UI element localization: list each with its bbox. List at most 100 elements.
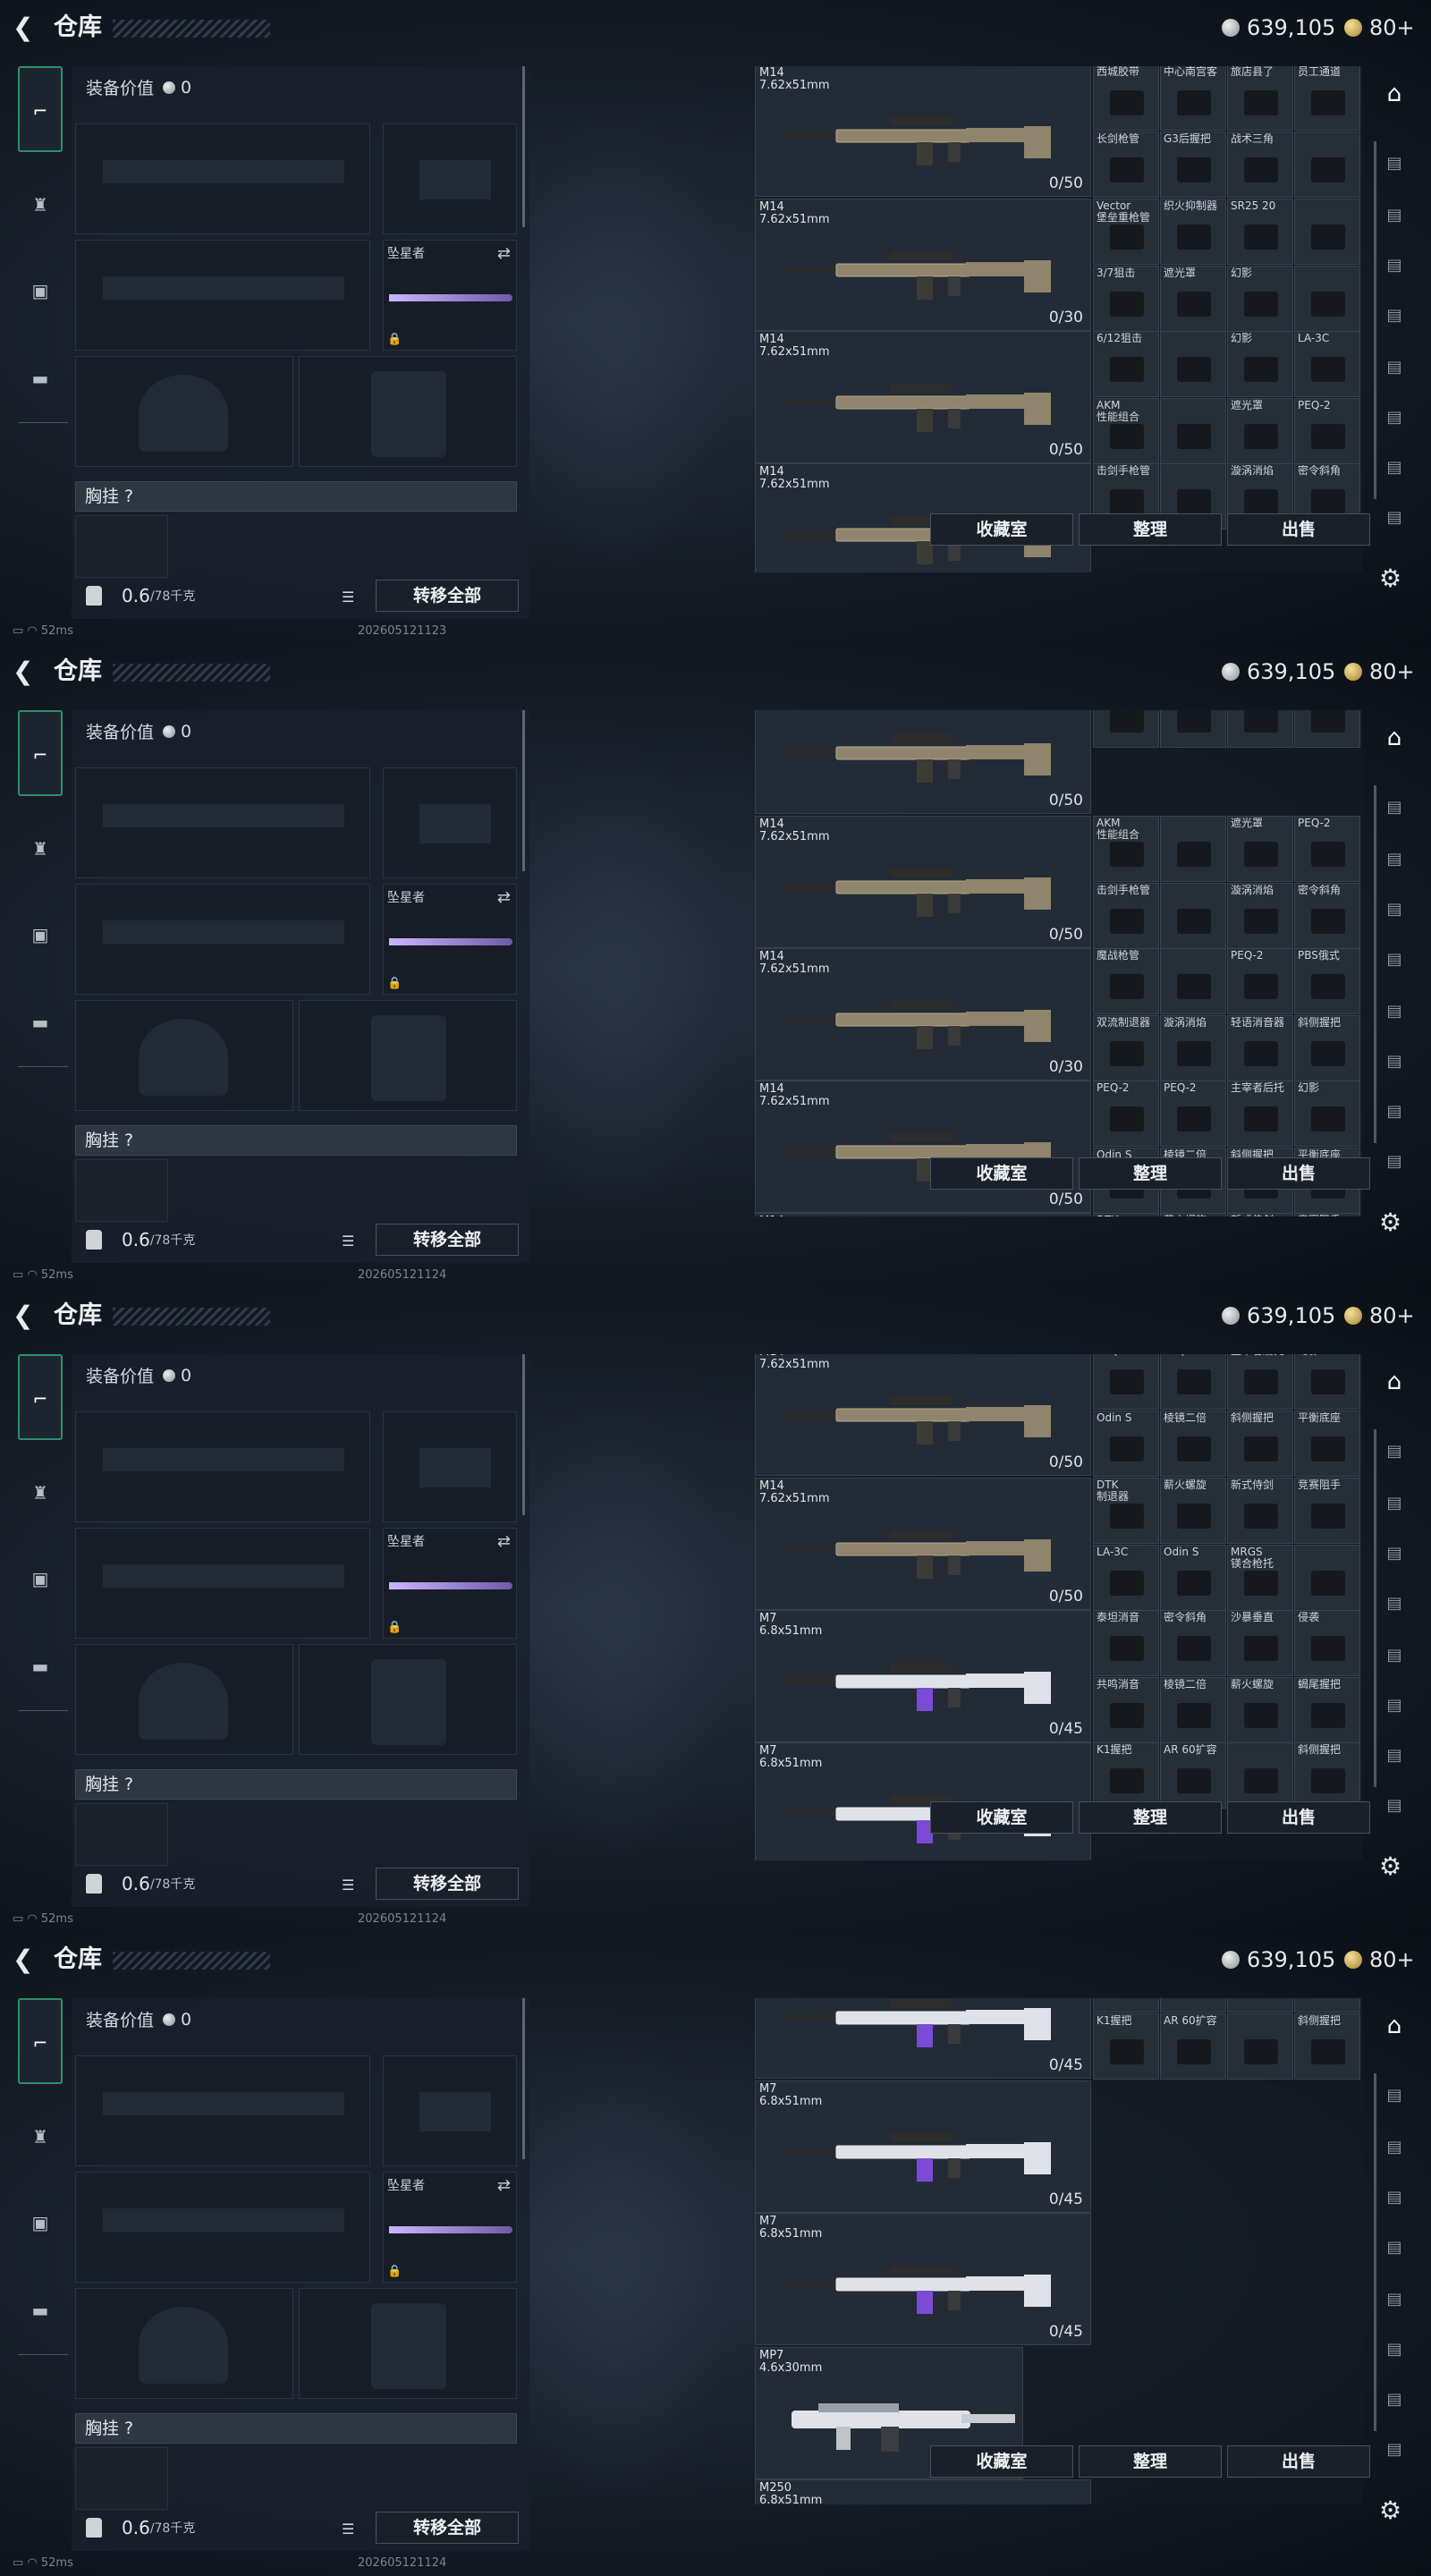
attachment-item[interactable]: 蝎尾握把 [1294,1998,1360,2012]
safebox-icon[interactable]: ▤ [1377,996,1411,1027]
safebox-icon[interactable]: ▤ [1377,945,1411,975]
tab-weapons[interactable]: ⌐ [18,710,63,796]
collection-room-button[interactable]: 收藏室 [930,2445,1073,2478]
chest-rig-pocket[interactable] [75,2447,168,2510]
weapon-card[interactable]: M7 6.8x51mm 0/45 [755,1610,1091,1742]
tab-backpack[interactable]: ▣ [18,268,63,313]
chest-rig-pocket[interactable] [75,1159,168,1222]
attachment-item[interactable]: 棱镜二倍 [1160,1677,1226,1743]
attachment-item[interactable]: 棱镜二倍 [1160,1998,1226,2012]
sell-button[interactable]: 出售 [1227,1801,1370,1834]
weapon-card[interactable]: M14 7.62x51mm 0/30 [755,948,1091,1080]
pistol-slot[interactable] [383,767,517,878]
safebox-icon[interactable]: ▤ [1377,2435,1411,2465]
tab-case[interactable]: ▬ [18,1644,63,1689]
attachment-item[interactable]: PEQ-2 [1093,1354,1159,1410]
sell-button[interactable]: 出售 [1227,2445,1370,2478]
weapon-card[interactable]: M14 7.62x51mm [755,1213,1091,1216]
tab-armor[interactable]: ♜ [18,182,63,227]
attachment-item[interactable]: SR25 20 [1227,199,1293,265]
attachment-item[interactable]: 3/7狙击 [1093,266,1159,332]
attachment-item[interactable]: 薪火螺旋 [1227,1677,1293,1743]
tab-case[interactable]: ▬ [18,2288,63,2333]
secondary-weapon-slot[interactable] [75,240,370,351]
melee-slot[interactable]: 坠星者 ⇄ 🔒 [383,1528,517,1639]
attachment-item[interactable] [1160,398,1226,464]
tab-backpack[interactable]: ▣ [18,1556,63,1601]
swap-icon[interactable]: ⇄ [497,2176,511,2195]
tab-armor[interactable]: ♜ [18,2114,63,2159]
attachment-item[interactable] [1227,1742,1293,1809]
attachment-item[interactable]: 漩涡消焰 [1227,883,1293,949]
attachment-item[interactable]: 织火抑制器 [1160,199,1226,265]
weapon-card[interactable]: M7 6.8x51mm 0/45 [755,2213,1091,2345]
attachment-item[interactable]: 斜侧握把 [1294,1015,1360,1081]
safebox-icon[interactable]: ▤ [1377,2385,1411,2415]
attachment-item[interactable]: LA-3C [1294,331,1360,397]
attachment-item[interactable] [1160,331,1226,397]
attachment-item[interactable]: 斜侧握把 [1227,1411,1293,1477]
secondary-weapon-slot[interactable] [75,2172,370,2283]
body-armor-slot[interactable] [299,356,517,467]
stash-home-icon[interactable]: ⌂ [1377,2011,1411,2041]
attachment-item[interactable]: Odin S [1093,1411,1159,1477]
attachment-item[interactable]: 共鸣消音 [1093,1998,1159,2012]
melee-slot[interactable]: 坠星者 ⇄ 🔒 [383,884,517,995]
organize-button[interactable]: 整理 [1079,1157,1222,1190]
body-armor-slot[interactable] [299,1000,517,1111]
safebox-icon[interactable]: ▤ [1377,1097,1411,1127]
panel-scrollbar[interactable] [522,1998,525,2159]
weapon-card[interactable]: M14 7.62x51mm 0/50 [755,1478,1091,1610]
back-arrow-icon[interactable]: ❮ [13,13,38,43]
attachment-item[interactable]: 幻影 [1227,710,1293,748]
back-arrow-icon[interactable]: ❮ [13,657,38,687]
helmet-slot[interactable] [75,356,293,467]
weapon-card[interactable]: M250 6.8x51mm [755,2479,1091,2504]
attachment-item[interactable] [1160,948,1226,1014]
attachment-item[interactable]: PEQ-2 [1294,398,1360,464]
attachment-item[interactable]: 幻影 [1227,266,1293,332]
attachment-item[interactable]: 新式侍剑 [1227,1213,1293,1216]
list-view-icon[interactable]: ☰ [342,1234,360,1249]
chest-rig-slot[interactable]: 胸挂 ? [75,481,517,512]
organize-button[interactable]: 整理 [1079,513,1222,546]
organize-button[interactable]: 整理 [1079,1801,1222,1834]
safebox-icon[interactable]: ▤ [1377,503,1411,533]
stash-home-icon[interactable]: ⌂ [1377,79,1411,109]
attachment-item[interactable] [1160,883,1226,949]
chest-rig-slot[interactable]: 胸挂 ? [75,2413,517,2444]
weapon-card[interactable]: M14 7.62x51mm 0/30 [755,199,1091,331]
tab-case[interactable]: ▬ [18,356,63,401]
safebox-icon[interactable]: ▤ [1377,250,1411,281]
safebox-icon[interactable]: ▤ [1377,2233,1411,2263]
sell-button[interactable]: 出售 [1227,513,1370,546]
tab-case[interactable]: ▬ [18,1000,63,1045]
collection-room-button[interactable]: 收藏室 [930,513,1073,546]
safebox-icon[interactable]: ▤ [1377,2334,1411,2365]
body-armor-slot[interactable] [299,2288,517,2399]
attachment-item[interactable]: 双流制退器 [1093,1015,1159,1081]
organize-button[interactable]: 整理 [1079,2445,1222,2478]
attachment-item[interactable]: 沙暴垂直 [1227,1610,1293,1676]
attachment-item[interactable]: K1握把 [1093,1742,1159,1809]
attachment-item[interactable]: 竞赛阻手 [1294,1213,1360,1216]
swap-icon[interactable]: ⇄ [497,888,511,907]
collection-room-button[interactable]: 收藏室 [930,1801,1073,1834]
tab-weapons[interactable]: ⌐ [18,1354,63,1440]
safebox-icon[interactable]: ▤ [1377,352,1411,383]
swap-icon[interactable]: ⇄ [497,1532,511,1551]
settings-gear-icon[interactable]: ⚙ [1379,565,1406,592]
safebox-icon[interactable]: ▤ [1377,894,1411,925]
panel-scrollbar[interactable] [522,66,525,227]
attachment-item[interactable]: DTK 制退器 [1093,1213,1159,1216]
safebox-icon[interactable]: ▤ [1377,2132,1411,2163]
weapon-card[interactable]: M14 7.62x51mm 0/50 [755,1354,1091,1476]
attachment-item[interactable]: 战术三角 [1227,131,1293,198]
safebox-icon[interactable]: ▤ [1377,1741,1411,1771]
attachment-item[interactable]: 长剑枪管 [1093,131,1159,198]
attachment-item[interactable]: 平衡底座 [1294,1411,1360,1477]
attachment-item[interactable] [1294,266,1360,332]
attachment-item[interactable]: K1握把 [1093,2013,1159,2080]
move-all-button[interactable]: 转移全部 [376,580,519,612]
attachment-item[interactable]: 幻影 [1294,1080,1360,1147]
